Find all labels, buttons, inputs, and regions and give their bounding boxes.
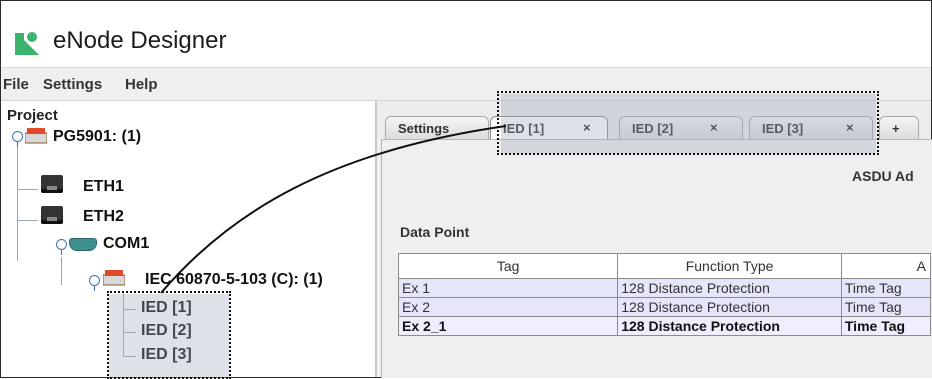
tree-connector [18,220,38,221]
column-header-function-type[interactable]: Function Type [617,253,842,279]
tree-connector [17,141,18,261]
cell-tag[interactable]: Ex 1 [397,278,619,298]
table-row[interactable]: Ex 2_1 128 Distance Protection Time Tag [397,316,932,336]
protocol-expand-toggle[interactable] [89,275,100,291]
tree-item-eth2[interactable]: ETH2 [83,208,124,226]
table-row[interactable]: Ex 1 128 Distance Protection Time Tag [397,278,932,298]
title-bar: eNode Designer [1,1,931,68]
asdu-address-label: ASDU Ad [852,168,914,184]
menu-settings[interactable]: Settings [43,76,102,93]
cell-function-type[interactable]: 128 Distance Protection [617,297,842,317]
app-title: eNode Designer [53,27,227,54]
data-point-label: Data Point [400,224,470,240]
tabs-callout-box [497,91,879,155]
table-header-row: Tag Function Type A [397,253,932,279]
cell-tag[interactable]: Ex 2_1 [397,316,619,336]
serial-port-icon [69,238,97,251]
cell-tag[interactable]: Ex 2 [397,297,619,317]
data-point-table: Tag Function Type A Ex 1 128 Distance Pr… [397,253,932,336]
column-header-a[interactable]: A [840,253,932,279]
menu-help[interactable]: Help [125,76,158,93]
tab-add[interactable]: + [879,116,919,139]
menu-file[interactable]: File [3,76,29,93]
table-row[interactable]: Ex 2 128 Distance Protection Time Tag [397,297,932,317]
com1-expand-toggle[interactable] [56,239,67,255]
tab-settings[interactable]: Settings [385,116,489,139]
ethernet-port-icon [41,175,63,193]
cell-function-type[interactable]: 128 Distance Protection [617,278,842,298]
tab-settings-label: Settings [398,121,450,136]
tree-item-com1[interactable]: COM1 [103,235,149,253]
protocol-icon [103,270,125,286]
device-expand-toggle[interactable] [12,131,23,147]
project-tree-title: Project [7,107,58,124]
tree-item-eth1[interactable]: ETH1 [83,178,124,196]
ied-callout-box [107,291,231,379]
column-header-tag[interactable]: Tag [397,253,619,279]
cell-time-tag[interactable]: Time Tag [840,278,932,298]
cell-time-tag[interactable]: Time Tag [840,297,932,317]
tree-item-protocol[interactable]: IEC 60870-5-103 (C): (1) [145,271,323,289]
device-icon [25,128,47,144]
add-icon: + [892,121,900,136]
app-window: eNode Designer File Settings Help Projec… [0,0,932,379]
ethernet-port-icon [41,206,63,224]
enode-logo-icon [15,31,39,55]
tree-item-device[interactable]: PG5901: (1) [53,128,141,146]
tree-connector [61,257,62,285]
cell-time-tag[interactable]: Time Tag [840,316,932,336]
tree-connector [18,189,38,190]
cell-function-type[interactable]: 128 Distance Protection [617,316,842,336]
